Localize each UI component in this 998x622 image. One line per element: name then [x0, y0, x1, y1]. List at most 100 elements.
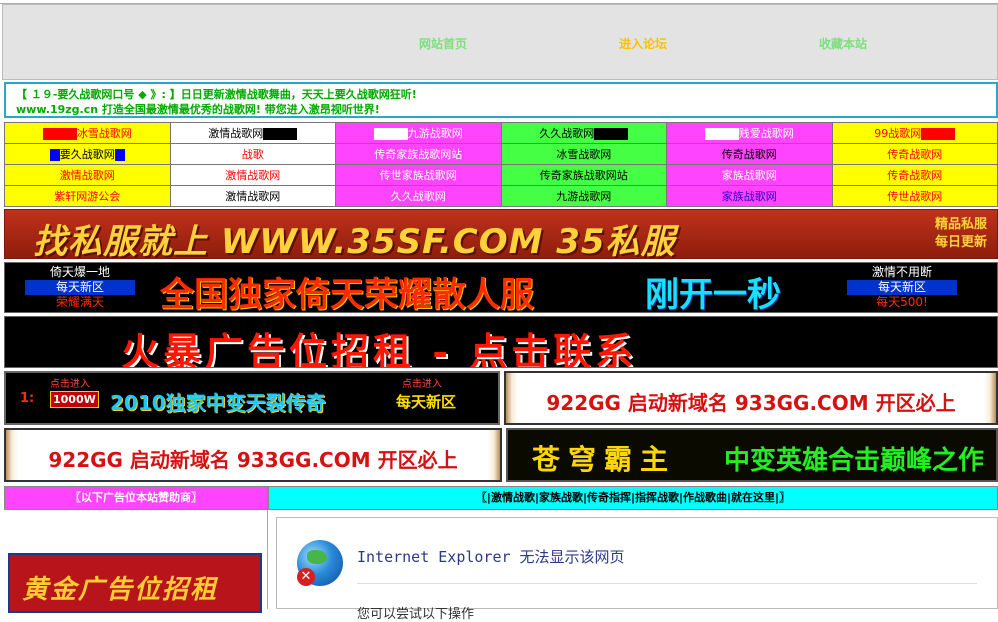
friend-links-grid: 冰雪战歌网 激情战歌网 九游战歌网 久久战歌网 贱爱战歌网 99战歌网 要久战歌网 战歌 传奇家…: [4, 122, 998, 207]
banner-cangqiong-left: 苍穹霸主: [532, 443, 677, 476]
banner-35sf-side-1: 精品私服: [934, 217, 987, 232]
banner-tianlie[interactable]: 1: 1000W 点击进入 2010独家中变天裂传奇 点击进入 每天新区: [4, 371, 500, 425]
banner-35sf-side: 精品私服 每日更新: [935, 216, 987, 252]
ie-globe-icon: ✕: [297, 540, 343, 586]
friend-link[interactable]: 传奇战歌网: [722, 148, 777, 161]
link-grid-row: 激情战歌网 激情战歌网 传世家族战歌网 传奇家族战歌网站 家族战歌网 传奇战歌网: [4, 164, 998, 186]
friend-link[interactable]: 传世战歌网: [887, 190, 942, 203]
banner-yitian[interactable]: 倚天爆一地 每天新区 荣耀满天 全国独家倚天荣耀散人服 刚开一秒 激情不用断 每…: [4, 262, 998, 313]
banner-tianlie-newzone: 每天新区: [396, 393, 457, 411]
link-grid-cell: 99战歌网: [831, 122, 998, 144]
banner-35sf-text: 找私服就上 WWW.35SF.COM 35私服: [33, 222, 676, 259]
banner-922gg-left[interactable]: 922GG 启动新域名 933GG.COM 开区必上: [4, 428, 502, 482]
banner-yitian-sub: 刚开一秒: [645, 275, 781, 313]
banner-tianlie-click-1: 点击进入: [50, 379, 90, 390]
ie-error-divider: [357, 583, 977, 584]
gold-ad-banner[interactable]: 黄金广告位招租: [8, 553, 262, 613]
friend-link[interactable]: 99战歌网: [874, 127, 921, 140]
link-grid-cell: 家族战歌网: [666, 185, 833, 207]
nav-home-link[interactable]: 网站首页: [419, 35, 467, 52]
banner-tianlie-click-2: 点击进入: [402, 379, 442, 390]
friend-link[interactable]: 家族战歌网: [722, 190, 777, 203]
banner-yitian-left-2: 每天新区: [25, 280, 135, 295]
link-color-swatch: [921, 128, 956, 140]
link-grid-row: 紫轩网游公会 激情战歌网 久久战歌网 九游战歌网 家族战歌网 传世战歌网: [4, 185, 998, 207]
friend-link[interactable]: 传世家族战歌网: [380, 169, 457, 182]
link-grid-cell: 传奇家族战歌网站: [500, 164, 667, 186]
banner-tianlie-title: 2010独家中变天裂传奇: [110, 391, 326, 415]
banner-cangqiong-right: 中变英雄合击巅峰之作: [724, 446, 985, 476]
friend-link[interactable]: 紫轩网游公会: [54, 190, 120, 203]
link-grid-cell: 传奇战歌网: [831, 143, 998, 165]
banner-922gg-right-text: 922GG 启动新域名 933GG.COM 开区必上: [546, 391, 956, 415]
link-color-swatch: [263, 128, 298, 140]
banner-yitian-right-2: 每天新区: [847, 280, 957, 295]
link-grid-cell: 传世战歌网: [831, 185, 998, 207]
friend-link[interactable]: 激情战歌网: [208, 127, 263, 140]
friend-link[interactable]: 传奇战歌网: [887, 148, 942, 161]
sponsor-header: 〖以下广告位本站赞助商〗: [4, 486, 268, 510]
link-color-swatch: [49, 149, 60, 161]
banner-yitian-main: 全国独家倚天荣耀散人服: [160, 275, 534, 313]
banner-35sf[interactable]: 找私服就上 WWW.35SF.COM 35私服 精品私服 每日更新: [4, 209, 998, 259]
banner-yitian-left-3: 荣耀满天: [55, 295, 104, 309]
link-grid-cell: 激情战歌网: [169, 185, 336, 207]
banner-ad-wanted-text: 火暴广告位招租 - 点击联系: [121, 329, 638, 368]
link-grid-cell: 贱爱战歌网: [666, 122, 833, 144]
link-grid-cell: 传世家族战歌网: [335, 164, 502, 186]
slogan-line-2: www.19zg.cn 打造全国最激情最优秀的战歌网! 带您进入激昂视听世界!: [16, 103, 380, 116]
top-nav-bar: 网站首页 进入论坛 收藏本站: [2, 4, 998, 80]
link-grid-cell: 久久战歌网: [335, 185, 502, 207]
banner-ad-wanted[interactable]: 火暴广告位招租 - 点击联系: [4, 316, 998, 368]
link-grid-cell: 紫轩网游公会: [4, 185, 171, 207]
link-grid-cell: 传奇家族战歌网站: [335, 143, 502, 165]
gold-ad-text: 黄金广告位招租: [22, 575, 219, 605]
link-grid-row: 冰雪战歌网 激情战歌网 九游战歌网 久久战歌网 贱爱战歌网 99战歌网: [4, 122, 998, 144]
link-grid-cell: 久久战歌网: [500, 122, 667, 144]
link-grid-cell: 九游战歌网: [335, 122, 502, 144]
link-grid-cell: 家族战歌网: [666, 164, 833, 186]
link-grid-cell: 要久战歌网: [4, 143, 171, 165]
slogan-box: 【 １９-要久战歌网口号 ◆ 》: 】日日更新激情战歌舞曲，天天上要久战歌网狂听…: [4, 82, 998, 118]
friend-link[interactable]: 要久战歌网: [60, 148, 115, 161]
nav-bookmark-link[interactable]: 收藏本站: [819, 35, 867, 52]
categories-bar[interactable]: 〖|激情战歌|家族战歌|传奇指挥|指挥战歌|作战歌曲|就在这里|〗: [268, 486, 998, 510]
banner-922gg-right[interactable]: 922GG 启动新域名 933GG.COM 开区必上: [504, 371, 998, 425]
link-color-swatch: [373, 128, 408, 140]
banner-tianlie-tag: 1000W: [50, 391, 99, 408]
link-grid-cell: 九游战歌网: [500, 185, 667, 207]
banner-cangqiong[interactable]: 苍穹霸主 中变英雄合击巅峰之作: [506, 428, 998, 482]
link-grid-cell: 冰雪战歌网: [500, 143, 667, 165]
link-grid-cell: 传奇战歌网: [831, 164, 998, 186]
banner-yitian-right-1: 激情不用断: [871, 265, 932, 279]
friend-link[interactable]: 九游战歌网: [408, 127, 463, 140]
friend-link[interactable]: 久久战歌网: [539, 127, 594, 140]
link-color-swatch: [704, 128, 739, 140]
friend-link[interactable]: 传奇家族战歌网站: [374, 148, 462, 161]
link-grid-cell: 激情战歌网: [169, 164, 336, 186]
friend-link[interactable]: 九游战歌网: [556, 190, 611, 203]
friend-link[interactable]: 激情战歌网: [60, 169, 115, 182]
friend-link[interactable]: 冰雪战歌网: [77, 127, 132, 140]
link-color-swatch: [114, 149, 125, 161]
slogan-line-1: 【 １９-要久战歌网口号 ◆ 》: 】日日更新激情战歌舞曲，天天上要久战歌网狂听…: [16, 88, 417, 101]
ie-error-suggestion: 您可以尝试以下操作: [357, 607, 475, 622]
friend-link[interactable]: 贱爱战歌网: [739, 127, 794, 140]
link-grid-cell: 激情战歌网: [169, 122, 336, 144]
friend-link[interactable]: 冰雪战歌网: [556, 148, 611, 161]
friend-link[interactable]: 传奇战歌网: [887, 169, 942, 182]
friend-link[interactable]: 战歌: [242, 148, 264, 161]
friend-link[interactable]: 激情战歌网: [225, 169, 280, 182]
friend-link[interactable]: 久久战歌网: [391, 190, 446, 203]
banner-922gg-left-text: 922GG 启动新域名 933GG.COM 开区必上: [48, 448, 458, 472]
banner-yitian-left: 倚天爆一地 每天新区 荣耀满天: [25, 265, 135, 310]
friend-link[interactable]: 传奇家族战歌网站: [540, 169, 628, 182]
link-grid-cell: 冰雪战歌网: [4, 122, 171, 144]
friend-link[interactable]: 激情战歌网: [225, 190, 280, 203]
link-grid-cell: 激情战歌网: [4, 164, 171, 186]
banner-35sf-side-2: 每日更新: [934, 235, 987, 250]
banner-yitian-left-1: 倚天爆一地: [49, 265, 110, 279]
friend-link[interactable]: 家族战歌网: [722, 169, 777, 182]
link-color-swatch: [42, 128, 77, 140]
nav-forum-link[interactable]: 进入论坛: [619, 35, 667, 52]
